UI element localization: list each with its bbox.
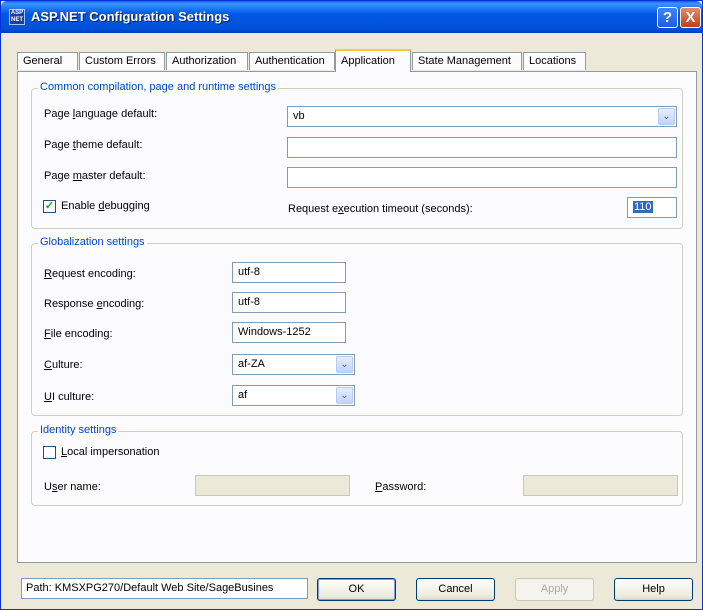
file-encoding-label: File encoding: <box>44 328 113 340</box>
request-encoding-label: Request encoding: <box>44 268 136 280</box>
close-icon[interactable]: X <box>680 7 701 28</box>
file-encoding-input[interactable]: Windows-1252 <box>232 322 346 343</box>
aspnet-app-icon: ASP NET <box>9 9 25 25</box>
compilation-legend: Common compilation, page and runtime set… <box>38 81 279 93</box>
page-theme-label: Page theme default: <box>44 139 143 151</box>
identity-legend: Identity settings <box>38 424 119 436</box>
password-label: Password: <box>375 481 427 493</box>
ui-culture-label: UI culture: <box>44 391 95 403</box>
local-impersonation-label[interactable]: Local impersonation <box>61 446 159 458</box>
tab-state-management[interactable]: State Management <box>412 52 522 70</box>
response-encoding-input[interactable]: utf-8 <box>232 292 346 313</box>
page-theme-input[interactable] <box>287 137 677 158</box>
page-master-label: Page master default: <box>44 170 146 182</box>
ok-button[interactable]: OK <box>317 578 396 601</box>
config-dialog: ASP NET ASP.NET Configuration Settings ?… <box>0 0 703 610</box>
chevron-down-icon[interactable]: ⌄ <box>336 387 353 404</box>
help-button[interactable]: Help <box>614 578 693 601</box>
user-name-label: User name: <box>44 481 101 493</box>
tab-application[interactable]: Application <box>335 49 411 72</box>
tab-locations[interactable]: Locations <box>523 52 586 70</box>
enable-debugging-checkbox[interactable]: ✓ <box>43 200 56 213</box>
tab-authentication[interactable]: Authentication <box>249 52 335 70</box>
request-timeout-input[interactable]: 110 <box>627 197 677 218</box>
response-encoding-label: Response encoding: <box>44 298 145 310</box>
request-encoding-input[interactable]: utf-8 <box>232 262 346 283</box>
path-display: Path: KMSXPG270/Default Web Site/SageBus… <box>21 578 308 599</box>
help-title-button[interactable]: ? <box>657 7 678 28</box>
user-name-input <box>195 475 350 496</box>
window-title: ASP.NET Configuration Settings <box>31 9 230 24</box>
ui-culture-select[interactable]: af ⌄ <box>232 385 355 406</box>
tab-authorization[interactable]: Authorization <box>166 52 248 70</box>
title-bar[interactable]: ASP NET ASP.NET Configuration Settings ?… <box>1 1 702 33</box>
globalization-legend: Globalization settings <box>38 236 147 248</box>
culture-label: Culture: <box>44 359 83 371</box>
chevron-down-icon[interactable]: ⌄ <box>658 108 675 125</box>
cancel-button[interactable]: Cancel <box>416 578 495 601</box>
chevron-down-icon[interactable]: ⌄ <box>336 356 353 373</box>
request-timeout-label: Request execution timeout (seconds): <box>288 203 473 215</box>
enable-debugging-label[interactable]: Enable debugging <box>61 200 150 212</box>
apply-button: Apply <box>515 578 594 601</box>
tab-custom-errors[interactable]: Custom Errors <box>79 52 165 70</box>
culture-select[interactable]: af-ZA ⌄ <box>232 354 355 375</box>
page-language-select[interactable]: vb ⌄ <box>287 106 677 127</box>
tab-general[interactable]: General <box>17 52 78 70</box>
page-language-label: Page language default: <box>44 108 158 120</box>
local-impersonation-checkbox[interactable] <box>43 446 56 459</box>
page-master-input[interactable] <box>287 167 677 188</box>
password-input <box>523 475 678 496</box>
